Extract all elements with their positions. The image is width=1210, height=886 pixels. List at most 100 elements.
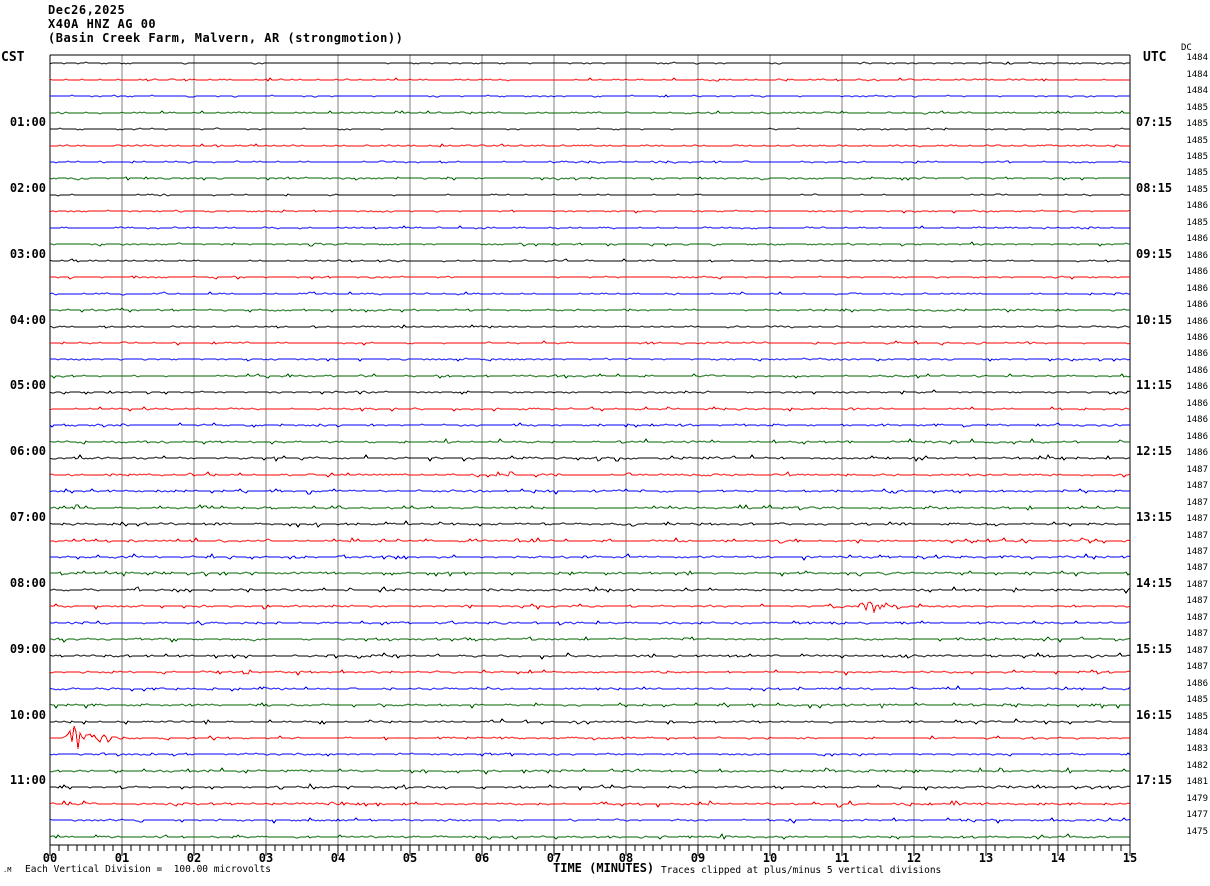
dc-value: 1486 [1186, 316, 1208, 327]
seismo-trace-row [49, 454, 1130, 462]
dc-value: 1486 [1186, 333, 1208, 344]
cst-hour-label: 06:00 [9, 444, 46, 459]
seismo-trace-row [50, 620, 1130, 626]
cst-hour-label: 04:00 [9, 312, 46, 327]
seismo-trace-row [49, 77, 1130, 82]
clip-note: Traces clipped at plus/minus 5 vertical … [661, 865, 942, 876]
seismo-trace-row [50, 110, 1130, 115]
seismo-trace-row [50, 783, 1131, 791]
dc-value: 1475 [1186, 826, 1208, 837]
dc-value: 1487 [1186, 612, 1208, 623]
seismo-trace-row [50, 537, 1131, 544]
dc-value: 1487 [1186, 546, 1208, 557]
dc-value: 1483 [1186, 744, 1208, 755]
seismo-trace-row [50, 94, 1130, 98]
cst-hour-label: 05:00 [9, 378, 46, 393]
dc-value: 1481 [1186, 777, 1208, 788]
cst-hour-label: 03:00 [9, 246, 46, 261]
dc-value: 1487 [1186, 629, 1208, 640]
seismo-trace-row [49, 488, 1130, 495]
dc-value: 1485 [1186, 711, 1208, 722]
seismo-trace-row [50, 373, 1131, 379]
seismo-trace-row [49, 832, 1130, 841]
scale-note: Each Vertical Division = 100.00 microvol… [25, 864, 271, 875]
cst-hour-label: 01:00 [9, 115, 46, 130]
dc-value: 1487 [1186, 645, 1208, 656]
minute-tick-label: 09 [690, 851, 706, 865]
cst-hour-label: 02:00 [9, 180, 46, 195]
dc-value: 1486 [1186, 250, 1208, 261]
dc-value: 1477 [1186, 810, 1208, 821]
dc-value: 1486 [1186, 415, 1208, 426]
seismo-trace-row [49, 685, 1131, 692]
seismo-trace-row [49, 800, 1131, 808]
seismo-trace-row [49, 324, 1130, 329]
seismo-trace-row [50, 127, 1130, 131]
cst-hour-label: 11:00 [9, 773, 46, 788]
seismo-trace-row [50, 718, 1130, 725]
seismo-trace-row [49, 702, 1130, 710]
minute-tick-label: 15 [1122, 851, 1138, 865]
minute-tick-label: 02 [186, 851, 202, 865]
seismo-trace-row [50, 160, 1131, 164]
seismo-trace-row [50, 241, 1130, 247]
cst-hour-label: 07:00 [9, 510, 46, 525]
dc-value: 1487 [1186, 497, 1208, 508]
minute-tick-label: 10 [762, 851, 778, 865]
seismo-trace-row [49, 817, 1131, 824]
dc-value: 1487 [1186, 530, 1208, 541]
seismo-trace-row [49, 422, 1130, 428]
dc-value: 1486 [1186, 365, 1208, 376]
seismo-trace-row [49, 438, 1130, 445]
minute-tick-label: 04 [330, 851, 346, 865]
seismo-trace-row [49, 669, 1131, 676]
dc-value: 1486 [1186, 349, 1208, 360]
minute-tick-label: 03 [258, 851, 274, 865]
seismo-trace-row [49, 471, 1131, 478]
dc-value: 1485 [1186, 135, 1208, 146]
dc-value: 1486 [1186, 234, 1208, 245]
minute-tick-label: 14 [1050, 851, 1066, 865]
dc-value: 1482 [1186, 760, 1208, 771]
seismo-trace-row [49, 258, 1130, 263]
seismo-trace-row [49, 176, 1130, 181]
dc-value: 1485 [1186, 102, 1208, 113]
helicorder-page: Dec26,2025 X40A HNZ AG 00 (Basin Creek F… [0, 0, 1210, 886]
seismo-trace-row [50, 193, 1130, 197]
seismo-trace-row [49, 520, 1130, 528]
cst-hour-label: 08:00 [9, 575, 46, 590]
seismo-trace-row [50, 225, 1130, 230]
seismo-trace-row [50, 601, 1131, 614]
dc-value: 1485 [1186, 184, 1208, 195]
minute-tick-label: 05 [402, 851, 418, 865]
seismo-trace-row [50, 570, 1131, 577]
dc-value: 1487 [1186, 514, 1208, 525]
dc-value: 1486 [1186, 431, 1208, 442]
seismo-trace-row [50, 340, 1131, 346]
dc-value: 1487 [1186, 464, 1208, 475]
logo-mark: .M [3, 866, 12, 874]
dc-value: 1487 [1186, 481, 1208, 492]
dc-value: 1487 [1186, 662, 1208, 673]
seismo-trace-row [50, 636, 1131, 643]
dc-value: 1486 [1186, 300, 1208, 311]
dc-value: 1487 [1186, 596, 1208, 607]
dc-value: 1487 [1186, 563, 1208, 574]
seismo-trace-row [49, 752, 1131, 757]
seismo-trace-row [50, 143, 1130, 148]
seismo-trace-row [50, 307, 1130, 313]
seismo-trace-row [49, 766, 1130, 775]
dc-value: 1486 [1186, 678, 1208, 689]
dc-value: 1485 [1186, 695, 1208, 706]
seismo-trace-row [49, 291, 1130, 296]
dc-value: 1484 [1186, 53, 1208, 64]
minute-tick-label: 11 [834, 851, 850, 865]
seismo-trace-row [50, 586, 1131, 594]
seismo-trace-row [50, 357, 1131, 362]
dc-value: 1484 [1186, 69, 1208, 80]
minute-tick-label: 00 [42, 851, 58, 865]
dc-value: 1479 [1186, 793, 1208, 804]
dc-value: 1485 [1186, 217, 1208, 228]
cst-hour-label: 09:00 [9, 641, 46, 656]
x-axis-title: TIME (MINUTES) [553, 861, 655, 875]
